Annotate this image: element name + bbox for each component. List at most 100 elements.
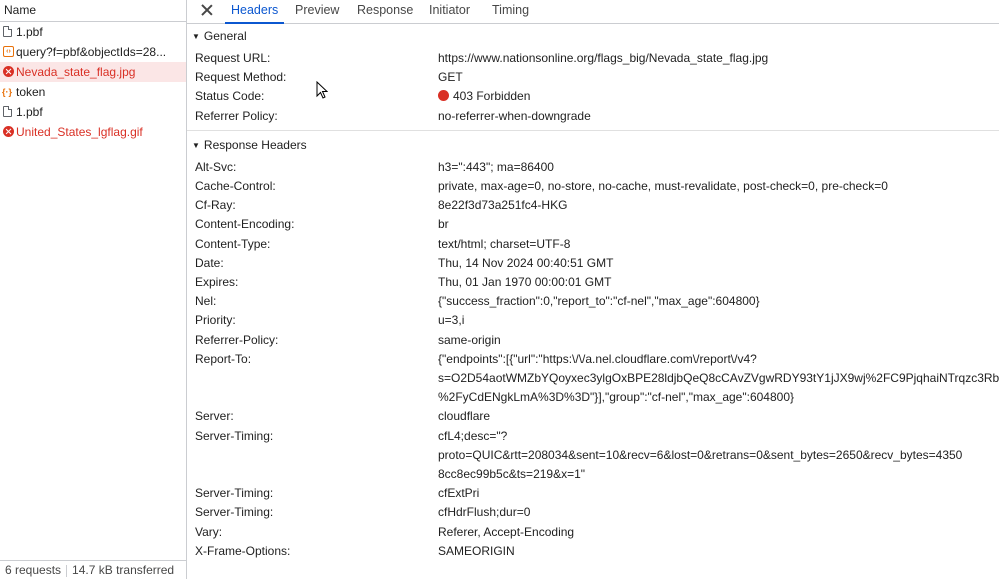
header-value[interactable]: br (438, 215, 999, 234)
header-value-container: cfL4;desc="? proto=QUIC&rtt=208034&sent=1… (438, 427, 999, 485)
header-key: Cf-Ray: (195, 198, 236, 213)
header-key: Content-Type: (195, 236, 271, 251)
header-value-container: text/html; charset=UTF-8 (438, 235, 999, 254)
header-value-container: cloudflare (438, 407, 999, 426)
header-value[interactable]: 8e22f3d73a251fc4-HKG (438, 196, 999, 215)
xhr-icon: ‹› (3, 46, 14, 57)
response-header-rows: Alt-Svc: h3=":443"; ma=86400 Cache-Control… (187, 158, 999, 561)
request-row[interactable]: {·} token (0, 82, 186, 102)
response-header-row: Date: Thu, 14 Nov 2024 00:40:51 GMT (187, 254, 999, 273)
request-list-panel: Name 1.pbf ‹› query?f=pbf&objectIds=28... N… (0, 0, 187, 579)
header-value[interactable]: s=O2D54aotWMZbYQoyxec3ylgOxBPE28ldjbQeQ8… (438, 369, 999, 388)
header-value[interactable]: {"success_fraction":0,"report_to":"cf-ne… (438, 292, 999, 311)
header-key: Server-Timing: (195, 428, 274, 443)
general-rows: Request URL: https://www.nationsonline.or… (187, 49, 999, 126)
response-header-row: Expires: Thu, 01 Jan 1970 00:00:01 GMT (187, 273, 999, 292)
response-header-row: Nel: {"success_fraction":0,"report_to":"c… (187, 292, 999, 311)
header-key: Referrer-Policy: (195, 332, 279, 347)
tab-initiator[interactable]: Initiator (429, 0, 470, 23)
header-value-container: cfExtPri (438, 484, 999, 503)
general-row: Referrer Policy: no-referrer-when-downgra… (187, 107, 999, 126)
header-value[interactable]: text/html; charset=UTF-8 (438, 235, 999, 254)
request-row[interactable]: Nevada_state_flag.jpg (0, 62, 186, 82)
header-key: Server-Timing: (195, 505, 274, 520)
header-key: Report-To: (195, 351, 252, 366)
close-icon[interactable] (200, 3, 214, 17)
name-column-header[interactable]: Name (0, 0, 186, 22)
header-value[interactable]: SAMEORIGIN (438, 542, 999, 561)
header-value[interactable]: cfL4;desc="? (438, 427, 999, 446)
header-value-container: private, max-age=0, no-store, no-cache, … (438, 177, 999, 196)
header-value[interactable]: %2FyCdENgkLmA%3D%3D"}],"group":"cf-nel",… (438, 388, 999, 407)
response-headers-section-header[interactable]: ▼ Response Headers (187, 133, 999, 158)
transferred-size: 14.7 kB transferred (72, 563, 175, 577)
header-value-container: 8e22f3d73a251fc4-HKG (438, 196, 999, 215)
header-value-container: {"success_fraction":0,"report_to":"cf-ne… (438, 292, 999, 311)
header-value-container: same-origin (438, 331, 999, 350)
header-value-container: u=3,i (438, 311, 999, 330)
header-value-container: no-referrer-when-downgrade (438, 107, 999, 126)
header-value-container: Thu, 01 Jan 1970 00:00:01 GMT (438, 273, 999, 292)
request-list: 1.pbf ‹› query?f=pbf&objectIds=28... Nevada… (0, 22, 186, 142)
header-value[interactable]: no-referrer-when-downgrade (438, 109, 591, 123)
request-details-panel: Headers Preview Response Initiator Timin… (187, 0, 999, 579)
tab-headers[interactable]: Headers (224, 0, 285, 24)
header-value-container: https://www.nationsonline.org/flags_big/… (438, 49, 999, 68)
request-row[interactable]: United_States_lgflag.gif (0, 122, 186, 142)
header-value[interactable]: u=3,i (438, 311, 999, 330)
request-name: Nevada_state_flag.jpg (16, 65, 136, 79)
header-value-container: 403 Forbidden (438, 87, 999, 106)
header-value[interactable]: cfExtPri (438, 484, 999, 503)
request-row[interactable]: ‹› query?f=pbf&objectIds=28... (0, 42, 186, 62)
header-key: Content-Encoding: (195, 217, 295, 232)
request-row[interactable]: 1.pbf (0, 102, 186, 122)
header-key: Priority: (195, 313, 236, 328)
header-value[interactable]: cfHdrFlush;dur=0 (438, 503, 999, 522)
response-header-row: Vary: Referer, Accept-Encoding (187, 523, 999, 542)
header-key: Vary: (195, 524, 223, 539)
header-value[interactable]: 403 Forbidden (453, 89, 530, 103)
header-key: Expires: (195, 275, 239, 290)
header-value[interactable]: GET (438, 70, 463, 84)
response-headers-section: ▼ Response Headers Alt-Svc: h3=":443"; ma=… (187, 133, 999, 561)
header-value[interactable]: same-origin (438, 331, 999, 350)
header-value-container: h3=":443"; ma=86400 (438, 158, 999, 177)
response-header-row: Server-Timing: cfL4;desc="? proto=QUIC&rtt… (187, 427, 999, 485)
header-value[interactable]: {"endpoints":[{"url":"https:\/\/a.nel.cl… (438, 350, 999, 369)
response-header-row: Server: cloudflare (187, 407, 999, 426)
response-header-row: Content-Type: text/html; charset=UTF-8 (187, 235, 999, 254)
response-header-row: Cf-Ray: 8e22f3d73a251fc4-HKG (187, 196, 999, 215)
header-value[interactable]: Thu, 14 Nov 2024 00:40:51 GMT (438, 254, 999, 273)
response-header-row: Report-To: {"endpoints":[{"url":"https:\/… (187, 350, 999, 408)
header-value[interactable]: proto=QUIC&rtt=208034&sent=10&recv=6&los… (438, 446, 999, 465)
status-error-icon (438, 90, 449, 102)
header-value[interactable]: h3=":443"; ma=86400 (438, 158, 999, 177)
request-row[interactable]: 1.pbf (0, 22, 186, 42)
response-header-row: Server-Timing: cfExtPri (187, 484, 999, 503)
header-value-container: Thu, 14 Nov 2024 00:40:51 GMT (438, 254, 999, 273)
header-value[interactable]: Referer, Accept-Encoding (438, 523, 999, 542)
tab-response[interactable]: Response (357, 0, 413, 23)
file-icon (3, 26, 12, 37)
header-key: X-Frame-Options: (195, 543, 291, 558)
general-section-title: General (203, 29, 247, 43)
header-key: Alt-Svc: (195, 159, 237, 174)
details-tabbar: Headers Preview Response Initiator Timin… (187, 0, 999, 24)
header-key: Status Code: (195, 89, 265, 104)
response-header-row: Referrer-Policy: same-origin (187, 331, 999, 350)
header-value[interactable]: 8cc8ec99b5c&ts=219&x=1" (438, 465, 999, 484)
header-value-container: Referer, Accept-Encoding (438, 523, 999, 542)
tab-preview[interactable]: Preview (295, 0, 339, 23)
general-section: ▼ General Request URL: https://www.nations… (187, 24, 999, 131)
header-value[interactable]: private, max-age=0, no-store, no-cache, … (438, 177, 999, 196)
header-value[interactable]: Thu, 01 Jan 1970 00:00:01 GMT (438, 273, 999, 292)
header-value[interactable]: cloudflare (438, 407, 999, 426)
general-section-header[interactable]: ▼ General (187, 24, 999, 49)
request-name: United_States_lgflag.gif (16, 125, 143, 139)
request-name: query?f=pbf&objectIds=28... (16, 45, 167, 59)
response-header-row: Server-Timing: cfHdrFlush;dur=0 (187, 503, 999, 522)
general-row: Request URL: https://www.nationsonline.or… (187, 49, 999, 68)
header-value-container: cfHdrFlush;dur=0 (438, 503, 999, 522)
header-value[interactable]: https://www.nationsonline.org/flags_big/… (438, 51, 768, 65)
tab-timing[interactable]: Timing (492, 0, 529, 23)
